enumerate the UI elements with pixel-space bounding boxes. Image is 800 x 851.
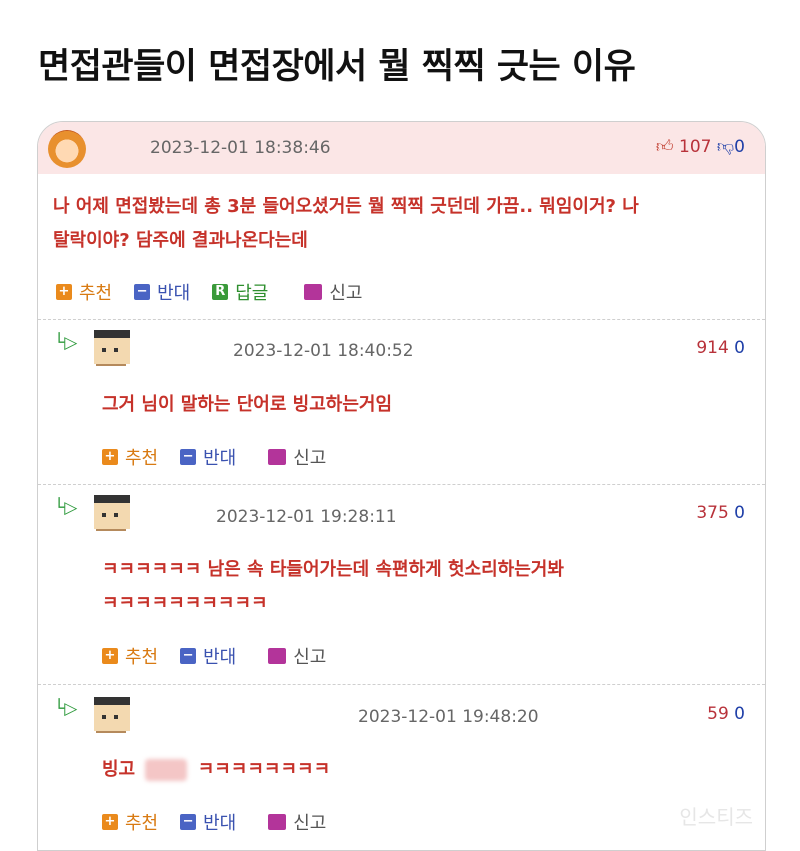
post-down-count: 0 bbox=[734, 137, 745, 157]
oppose-label: 반대 bbox=[203, 813, 237, 834]
avatar[interactable] bbox=[94, 697, 130, 733]
reply-votes: 375 0 bbox=[696, 503, 745, 523]
thumb-down-icon[interactable]: 👎︎ bbox=[717, 136, 734, 157]
avatar[interactable] bbox=[48, 130, 86, 168]
divider bbox=[38, 684, 765, 685]
report-label: 신고 bbox=[293, 813, 327, 834]
reply-actions: + 추천 − 반대 신고 bbox=[102, 444, 348, 470]
oppose-label: 반대 bbox=[157, 283, 191, 304]
report-label: 신고 bbox=[293, 448, 327, 469]
watermark: 인스티즈 bbox=[679, 805, 753, 829]
recommend-label: 추천 bbox=[79, 283, 113, 304]
oppose-button[interactable]: − 반대 bbox=[180, 643, 236, 669]
report-label: 신고 bbox=[293, 647, 327, 668]
plus-icon: + bbox=[56, 284, 72, 300]
siren-icon bbox=[268, 814, 287, 830]
recommend-button[interactable]: + 추천 bbox=[102, 809, 158, 835]
reply-timestamp: 2023-12-01 18:40:52 bbox=[233, 341, 414, 361]
minus-icon: − bbox=[180, 814, 197, 830]
report-button[interactable]: 신고 bbox=[268, 444, 326, 470]
recommend-button[interactable]: + 추천 bbox=[56, 279, 112, 305]
reply-button[interactable]: R 답글 bbox=[212, 279, 268, 305]
post-timestamp: 2023-12-01 18:38:46 bbox=[150, 138, 331, 158]
reply-down-count[interactable]: 0 bbox=[734, 503, 745, 523]
minus-icon: − bbox=[180, 648, 197, 664]
divider bbox=[38, 484, 765, 485]
reply-timestamp: 2023-12-01 19:48:20 bbox=[358, 707, 539, 727]
post-text: 나 어제 면접봤는데 총 3분 들어오셨거든 뭘 찍찍 긋던데 가끔.. 뭐임이… bbox=[53, 190, 639, 258]
reply-actions: + 추천 − 반대 신고 bbox=[102, 643, 348, 669]
reply-down-count[interactable]: 0 bbox=[734, 338, 745, 358]
reply-text: 그거 님이 말하는 단어로 빙고하는거임 bbox=[102, 394, 393, 415]
plus-icon: + bbox=[102, 449, 118, 465]
reply-label: 답글 bbox=[235, 283, 269, 304]
reply-icon: R bbox=[212, 284, 229, 300]
report-button[interactable]: 신고 bbox=[268, 643, 326, 669]
post-text-line: 나 어제 면접봤는데 총 3분 들어오셨거든 뭘 찍찍 긋던데 가끔.. 뭐임이… bbox=[53, 196, 639, 217]
recommend-button[interactable]: + 추천 bbox=[102, 643, 158, 669]
recommend-label: 추천 bbox=[125, 813, 159, 834]
reply-text-prefix: 빙고 bbox=[102, 759, 136, 780]
reply-arrow-icon: └▷ bbox=[54, 699, 78, 719]
report-button[interactable]: 신고 bbox=[268, 809, 326, 835]
reply-timestamp: 2023-12-01 19:28:11 bbox=[216, 507, 397, 527]
post-header: 2023-12-01 18:38:46 👍︎ 107 👎︎0 bbox=[38, 122, 765, 174]
reply-down-count[interactable]: 0 bbox=[734, 704, 745, 724]
reply-arrow-icon: └▷ bbox=[54, 498, 78, 518]
oppose-button[interactable]: − 반대 bbox=[134, 279, 190, 305]
post-votes: 👍︎ 107 👎︎0 bbox=[656, 136, 745, 157]
oppose-label: 반대 bbox=[203, 448, 237, 469]
reply-up-count[interactable]: 914 bbox=[696, 338, 728, 358]
reply-votes: 914 0 bbox=[696, 338, 745, 358]
page-headline: 면접관들이 면접장에서 뭘 찍찍 긋는 이유 bbox=[38, 47, 636, 87]
minus-icon: − bbox=[134, 284, 151, 300]
reply-text: 빙고 ㅋㅋㅋㅋㅋㅋㅋㅋ bbox=[102, 753, 330, 787]
siren-icon bbox=[304, 284, 323, 300]
post-up-count: 107 bbox=[679, 137, 712, 157]
report-label: 신고 bbox=[329, 283, 363, 304]
avatar[interactable] bbox=[94, 330, 130, 366]
plus-icon: + bbox=[102, 648, 118, 664]
reply-text-suffix: ㅋㅋㅋㅋㅋㅋㅋㅋ bbox=[197, 759, 331, 780]
reply-text-line: ㅋㅋㅋㅋㅋㅋㅋㅋㅋㅋ bbox=[102, 593, 268, 614]
recommend-label: 추천 bbox=[125, 448, 159, 469]
reply-actions: + 추천 − 반대 신고 bbox=[102, 809, 348, 835]
minus-icon: − bbox=[180, 449, 197, 465]
reply-arrow-icon: └▷ bbox=[54, 333, 78, 353]
post-text-line: 탈락이야? 담주에 결과나온다는데 bbox=[53, 230, 308, 251]
oppose-label: 반대 bbox=[203, 647, 237, 668]
siren-icon bbox=[268, 648, 287, 664]
redacted-blur bbox=[145, 759, 188, 781]
reply-votes: 59 0 bbox=[707, 704, 745, 724]
reply-text-line: ㅋㅋㅋㅋㅋㅋ 남은 속 타들어가는데 속편하게 헛소리하는거봐 bbox=[102, 559, 564, 580]
plus-icon: + bbox=[102, 814, 118, 830]
oppose-button[interactable]: − 반대 bbox=[180, 809, 236, 835]
avatar[interactable] bbox=[94, 495, 130, 531]
reply-text: ㅋㅋㅋㅋㅋㅋ 남은 속 타들어가는데 속편하게 헛소리하는거봐 ㅋㅋㅋㅋㅋㅋㅋㅋ… bbox=[102, 553, 564, 621]
recommend-button[interactable]: + 추천 bbox=[102, 444, 158, 470]
recommend-label: 추천 bbox=[125, 647, 159, 668]
reply-up-count[interactable]: 375 bbox=[696, 503, 728, 523]
divider bbox=[38, 319, 765, 320]
comment-thread: 2023-12-01 18:38:46 👍︎ 107 👎︎0 나 어제 면접봤는… bbox=[37, 121, 766, 851]
oppose-button[interactable]: − 반대 bbox=[180, 444, 236, 470]
post-actions: + 추천 − 반대 R 답글 신고 bbox=[56, 279, 385, 305]
reply-up-count[interactable]: 59 bbox=[707, 704, 729, 724]
thumb-up-icon[interactable]: 👍︎ bbox=[656, 136, 674, 157]
report-button[interactable]: 신고 bbox=[304, 279, 363, 305]
siren-icon bbox=[268, 449, 287, 465]
